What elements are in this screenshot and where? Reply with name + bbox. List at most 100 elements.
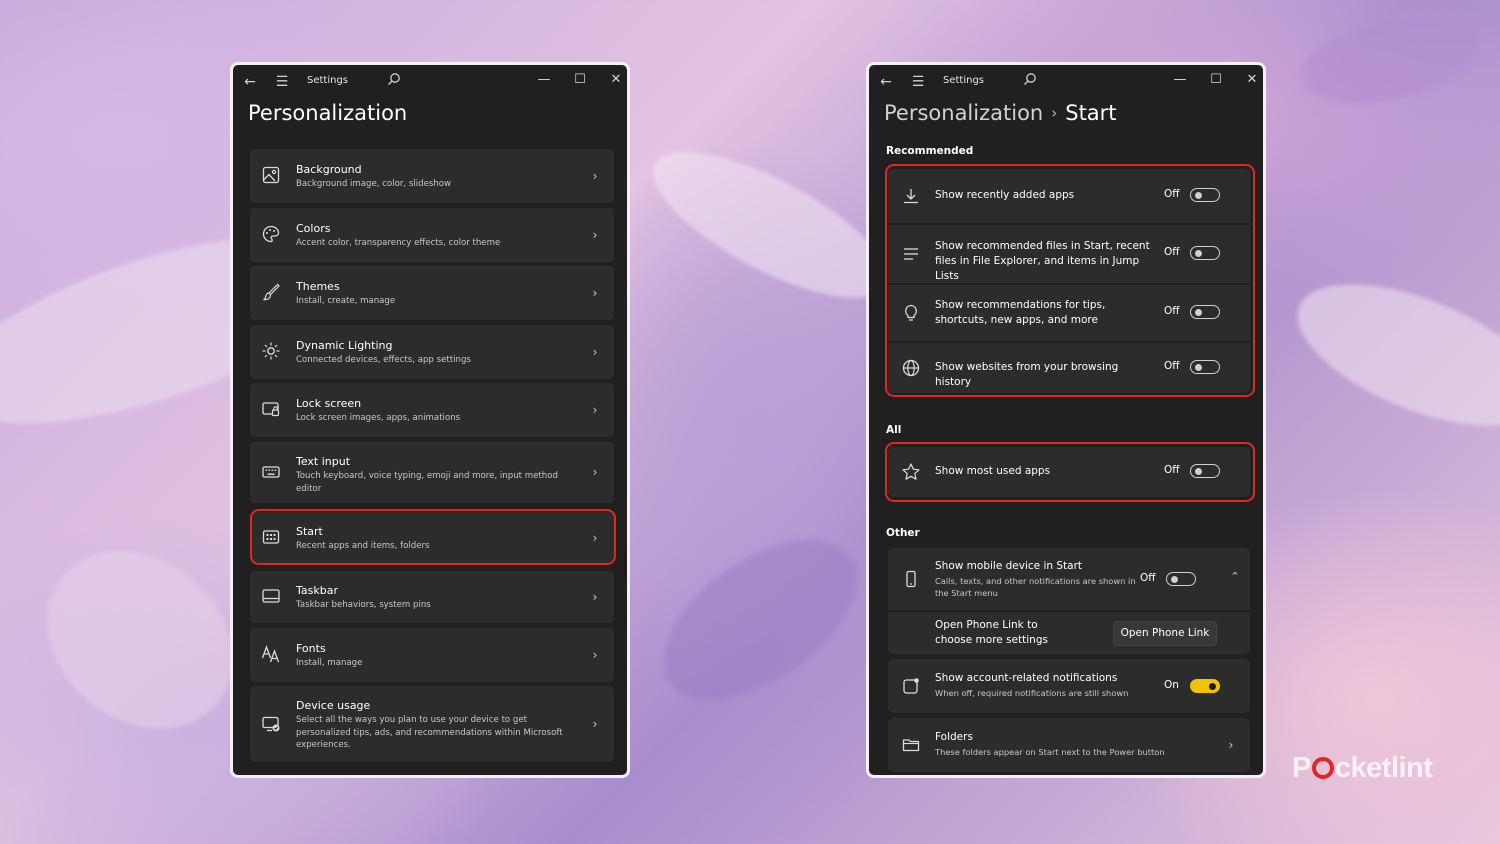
fonts-icon [261,644,283,666]
lighting-icon [261,341,283,363]
pocketlint-watermark-logo: Pcketlint [1292,752,1433,785]
setting-label: Show account-related notifications [935,672,1118,684]
settings-item-title: Taskbar [296,584,338,597]
toggle-switch[interactable] [1190,246,1220,260]
section-label-all: All [886,424,902,436]
setting-label: Show recommended files in Start, recent … [935,240,1150,282]
settings-item-subtitle: Install, manage [296,658,363,668]
search-icon[interactable] [1019,71,1041,93]
chevron-right-icon: › [592,169,598,183]
toggle-switch[interactable] [1190,188,1220,202]
settings-item-title: Colors [296,222,331,235]
settings-item-colors[interactable]: Colors Accent color, transparency effect… [250,208,614,262]
window-title: Settings [943,75,985,86]
breadcrumb: Personalization › Start [884,101,1117,125]
toggle-state-text: Off [1164,305,1180,317]
chevron-right-icon: › [592,345,598,359]
toggle-state-text: On [1164,679,1179,691]
lock-screen-icon [261,399,283,421]
chevron-right-icon: › [592,228,598,242]
settings-item-title: Themes [296,280,340,293]
setting-label: Show most used apps [935,465,1051,477]
settings-item-subtitle: Recent apps and items, folders [296,541,430,551]
back-arrow-icon[interactable]: ← [875,71,897,93]
settings-item-taskbar[interactable]: Taskbar Taskbar behaviors, system pins › [250,571,614,623]
settings-item-device-usage[interactable]: Device usage Select all the ways you pla… [250,686,614,762]
setting-row-browsing-history: Show websites from your browsing history… [888,343,1250,393]
star-icon [901,462,921,482]
minimize-button[interactable]: — [531,69,557,91]
phone-icon [901,569,921,589]
settings-item-title: Text input [296,455,351,468]
toggle-state-text: Off [1140,572,1156,584]
setting-row-mobile-device: Show mobile device in Start Calls, texts… [888,548,1250,610]
background-vein [1293,2,1487,118]
section-label-other: Other [886,527,920,539]
globe-icon [901,358,921,378]
chevron-right-icon: › [592,286,598,300]
settings-item-lock-screen[interactable]: Lock screen Lock screen images, apps, an… [250,383,614,437]
breadcrumb-separator-icon: › [1051,104,1058,122]
toggle-switch[interactable] [1190,360,1220,374]
taskbar-icon [261,586,283,608]
settings-item-title: Start [296,525,323,538]
chevron-right-icon: › [1228,738,1234,752]
close-button[interactable]: ✕ [1239,69,1263,91]
settings-window-personalization: ← ☰ Settings — ☐ ✕ Personalization Backg… [230,62,630,778]
keyboard-icon [261,462,283,484]
watermark-text-end: cketlint [1334,752,1433,784]
background-vein [635,507,885,733]
settings-item-dynamic-lighting[interactable]: Dynamic Lighting Connected devices, effe… [250,325,614,379]
setting-row-most-used-apps: Show most used apps Off [888,447,1250,497]
setting-label: Show recommendations for tips, shortcuts… [935,299,1106,326]
open-phone-link-button[interactable]: Open Phone Link [1113,621,1217,646]
settings-item-subtitle: Taskbar behaviors, system pins [296,600,431,610]
settings-item-title: Lock screen [296,397,362,410]
setting-row-tips-recommendations: Show recommendations for tips, shortcuts… [888,285,1250,341]
breadcrumb-parent[interactable]: Personalization [884,101,1043,125]
toggle-switch[interactable] [1190,679,1220,693]
folder-icon [901,735,921,755]
settings-item-subtitle: Background image, color, slideshow [296,179,452,189]
settings-item-subtitle: Accent color, transparency effects, colo… [296,238,501,248]
background-vein [1278,255,1500,455]
toggle-state-text: Off [1164,360,1180,372]
menu-icon[interactable]: ☰ [907,71,929,93]
section-label-recommended: Recommended [886,145,974,157]
chevron-right-icon: › [592,590,598,604]
watermark-text-start: P [1292,752,1311,784]
settings-item-fonts[interactable]: Fonts Install, manage › [250,628,614,682]
settings-item-subtitle: Touch keyboard, voice typing, emoji and … [296,471,558,494]
search-icon[interactable] [383,71,405,93]
settings-item-subtitle: Lock screen images, apps, animations [296,413,461,423]
maximize-button[interactable]: ☐ [1203,69,1229,91]
settings-item-background[interactable]: Background Background image, color, slid… [250,149,614,203]
settings-item-themes[interactable]: Themes Install, create, manage › [250,266,614,320]
toggle-switch[interactable] [1190,464,1220,478]
settings-item-title: Fonts [296,642,326,655]
menu-icon[interactable]: ☰ [271,71,293,93]
account-notification-icon [901,676,921,696]
setting-row-folders[interactable]: Folders These folders appear on Start ne… [888,718,1250,772]
settings-item-subtitle: Connected devices, effects, app settings [296,355,471,365]
toggle-switch[interactable] [1190,305,1220,319]
setting-row-recommended-files: Show recommended files in Start, recent … [888,225,1250,283]
title-bar: ← ☰ Settings — ☐ ✕ [869,65,1263,99]
window-title: Settings [307,75,349,86]
download-icon [901,186,921,206]
device-usage-icon [261,714,283,736]
setting-label: Show websites from your browsing history [935,361,1119,388]
toggle-switch[interactable] [1166,572,1196,586]
settings-item-title: Dynamic Lighting [296,339,393,352]
palette-icon [261,224,283,246]
chevron-up-icon[interactable]: ⌃ [1230,571,1240,582]
settings-item-start[interactable]: Start Recent apps and items, folders › [250,512,614,564]
brush-icon [261,282,283,304]
minimize-button[interactable]: — [1167,69,1193,91]
settings-item-text-input[interactable]: Text input Touch keyboard, voice typing,… [250,442,614,503]
close-button[interactable]: ✕ [603,69,627,91]
back-arrow-icon[interactable]: ← [239,71,261,93]
toggle-state-text: Off [1164,188,1180,200]
phone-link-text: Open Phone Link to choose more settings [935,619,1048,646]
maximize-button[interactable]: ☐ [567,69,593,91]
